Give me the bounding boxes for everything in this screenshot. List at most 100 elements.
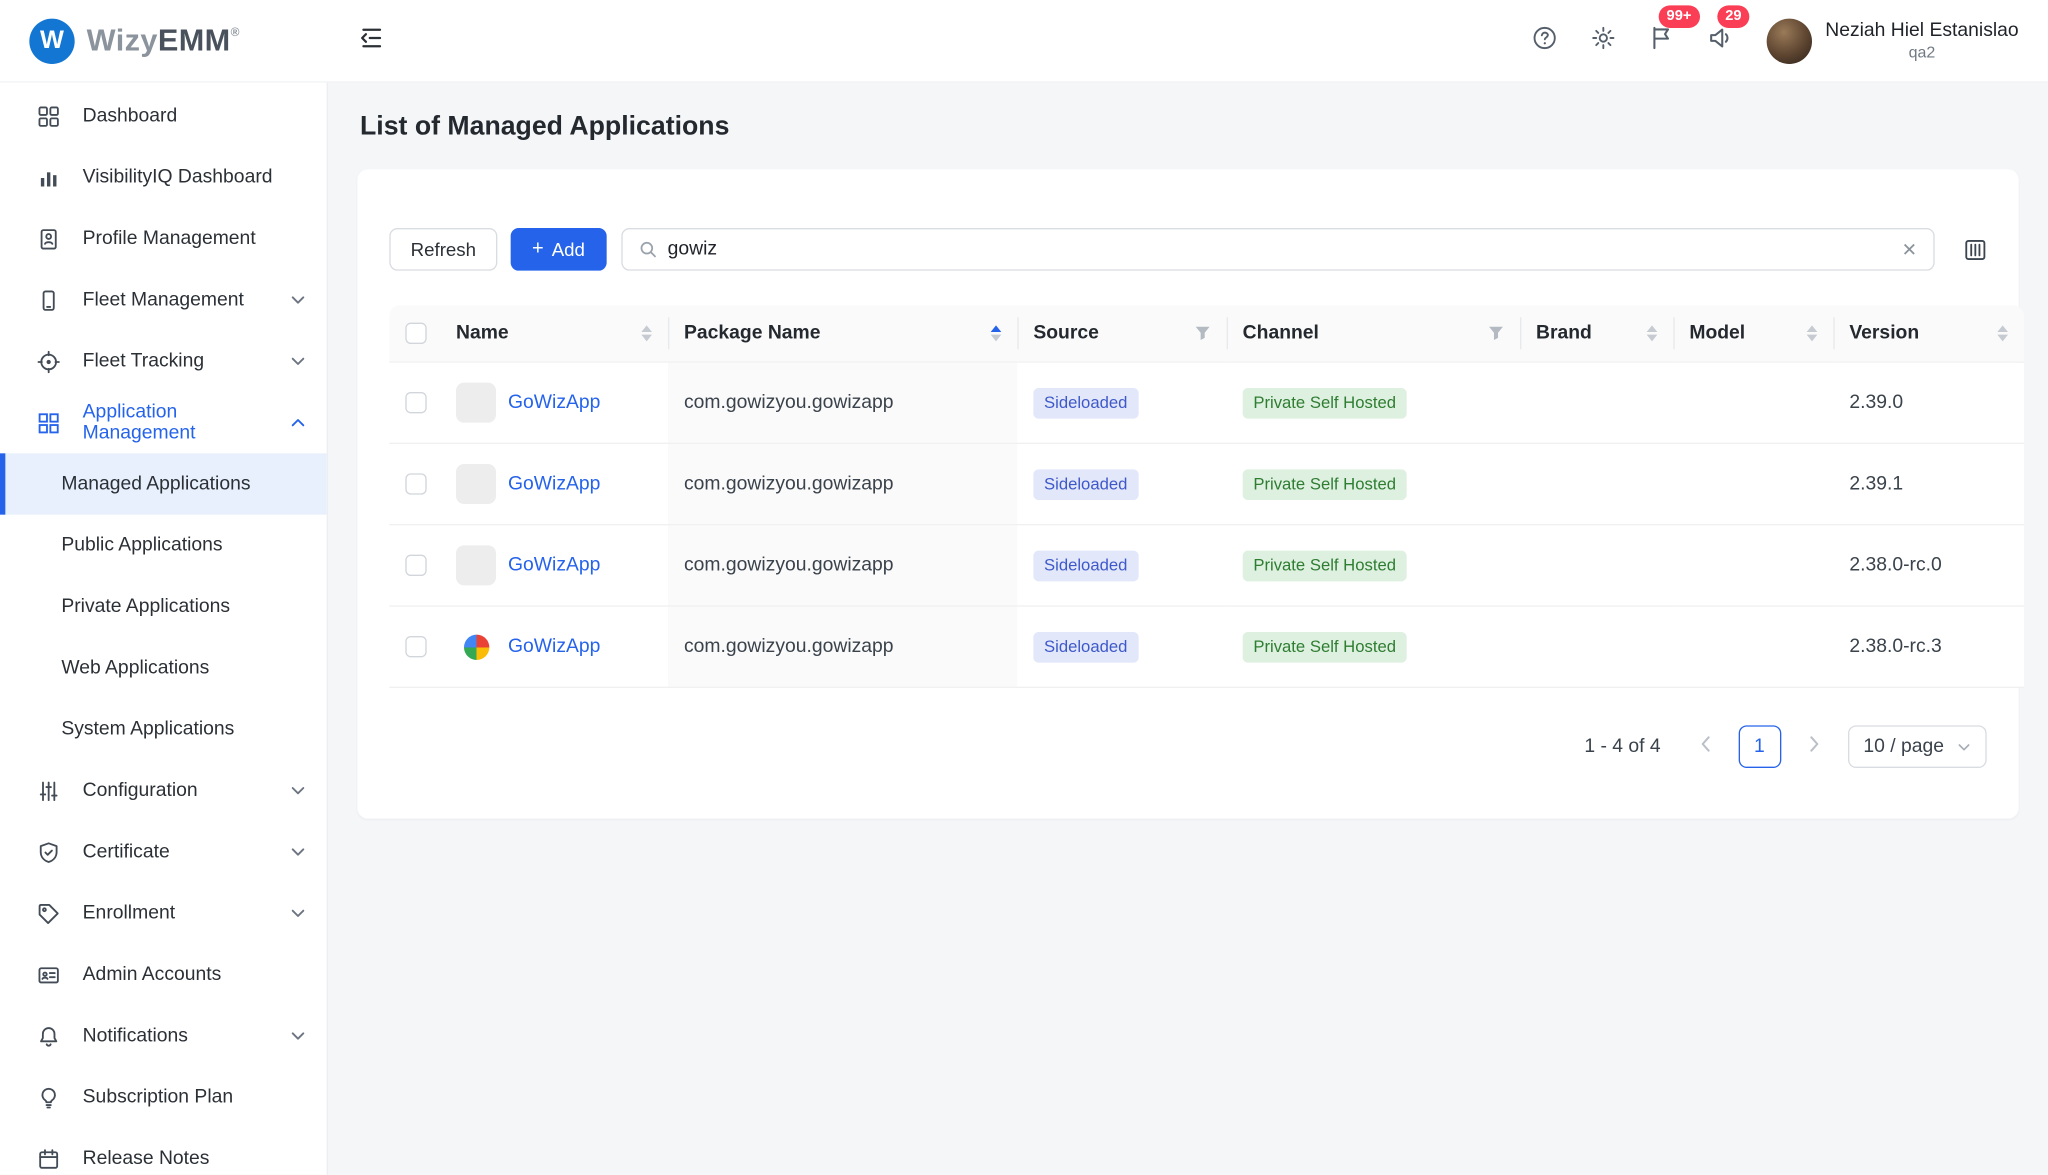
row-checkbox[interactable]	[405, 392, 427, 414]
add-button[interactable]: + Add	[510, 227, 607, 271]
search-icon	[638, 240, 657, 259]
previous-page-button[interactable]	[1683, 726, 1726, 769]
column-header-package-name[interactable]: Package Name	[667, 305, 1018, 363]
sidebar-item-label: Subscription Plan	[82, 1086, 234, 1108]
select-all-cell	[389, 305, 440, 363]
select-all-checkbox[interactable]	[405, 322, 427, 345]
version-cell: 2.38.0-rc.0	[1833, 524, 2024, 607]
package-name-cell: com.gowizyou.gowizapp	[667, 443, 1018, 526]
sidebar-item-label: Notifications	[82, 1025, 188, 1047]
id-card-icon	[37, 963, 60, 986]
help-button[interactable]	[1532, 25, 1557, 57]
sidebar-item-label: Dashboard	[82, 105, 178, 127]
sidebar-subitem-managed-applications[interactable]: Managed Applications	[0, 453, 327, 515]
page-size-select[interactable]: 10 / page	[1847, 725, 1987, 769]
source-badge: Sideloaded	[1033, 468, 1139, 500]
user-org: qa2	[1908, 42, 1936, 62]
sidebar-item-label: Application Management	[82, 401, 196, 444]
sidebar-subitem-label: Private Applications	[61, 595, 231, 618]
sidebar-item-visibilityiq-dashboard[interactable]: VisibilityIQ Dashboard	[0, 147, 327, 208]
sidebar-item-label: Profile Management	[82, 227, 256, 250]
app-name-link[interactable]: GoWizApp	[508, 392, 600, 413]
sidebar-item-label: Enrollment	[82, 902, 176, 924]
sidebar-item-label: Fleet Management	[82, 289, 244, 311]
user-name: Neziah Hiel Estanislao	[1825, 19, 2019, 42]
column-header-model[interactable]: Model	[1673, 305, 1834, 363]
settings-button[interactable]	[1591, 25, 1616, 57]
sidebar-item-dashboard[interactable]: Dashboard	[0, 85, 327, 146]
announcement-count-badge: 29	[1717, 4, 1750, 28]
next-page-button[interactable]	[1793, 726, 1836, 769]
channel-badge: Private Self Hosted	[1242, 468, 1407, 500]
flag-icon	[1649, 25, 1674, 57]
version-cell: 2.39.0	[1833, 362, 2024, 445]
announcements-button[interactable]: 29	[1708, 4, 1750, 57]
app-name-link[interactable]: GoWizApp	[508, 474, 600, 495]
chevron-right-icon	[1807, 736, 1820, 757]
channel-badge: Private Self Hosted	[1242, 631, 1407, 663]
sidebar-subitem-private-applications[interactable]: Private Applications	[0, 576, 327, 637]
sidebar-item-application-management[interactable]: Application Management	[0, 392, 327, 453]
model-cell	[1673, 606, 1834, 689]
sidebar-item-configuration[interactable]: Configuration	[0, 760, 327, 821]
column-header-version[interactable]: Version	[1833, 305, 2024, 363]
sidebar-item-subscription-plan[interactable]: Subscription Plan	[0, 1067, 327, 1128]
app-name-link[interactable]: GoWizApp	[508, 636, 600, 657]
model-cell	[1673, 362, 1834, 445]
column-settings-button[interactable]	[1964, 238, 1987, 261]
chevron-down-icon	[291, 356, 306, 367]
search-input[interactable]	[667, 238, 1892, 260]
column-label: Brand	[1535, 322, 1592, 345]
gear-icon	[1591, 25, 1616, 57]
sidebar-item-enrollment[interactable]: Enrollment	[0, 883, 327, 944]
sidebar-subitem-web-applications[interactable]: Web Applications	[0, 637, 327, 698]
package-name-cell: com.gowizyou.gowizapp	[667, 362, 1018, 445]
chevron-up-icon	[291, 417, 306, 428]
brand-logo[interactable]: W Wizy EMM ®	[0, 17, 328, 64]
column-header-name[interactable]: Name	[439, 305, 668, 363]
column-header-brand[interactable]: Brand	[1519, 305, 1674, 363]
refresh-button[interactable]: Refresh	[389, 227, 498, 271]
sidebar-item-label: Release Notes	[82, 1147, 210, 1170]
sidebar-item-fleet-tracking[interactable]: Fleet Tracking	[0, 331, 327, 392]
pagination: 1 - 4 of 4 1 10 / page	[389, 725, 1987, 769]
sidebar-collapse-button[interactable]	[359, 25, 384, 57]
sidebar-subitem-system-applications[interactable]: System Applications	[0, 699, 327, 760]
column-header-channel[interactable]: Channel	[1226, 305, 1520, 363]
user-menu[interactable]: Neziah Hiel Estanislao qa2	[1766, 17, 2019, 64]
clear-search-icon[interactable]: ✕	[1902, 240, 1918, 259]
row-checkbox[interactable]	[405, 554, 427, 577]
model-cell	[1673, 524, 1834, 607]
chevron-left-icon	[1698, 736, 1711, 757]
flag-count-badge: 99+	[1658, 4, 1700, 28]
profile-document-icon	[37, 227, 60, 250]
filter-funnel-icon[interactable]	[1488, 325, 1504, 341]
page-number-button[interactable]: 1	[1738, 725, 1781, 769]
bulb-icon	[37, 1086, 60, 1109]
sidebar-item-label: Fleet Tracking	[82, 350, 205, 372]
column-header-source[interactable]: Source	[1017, 305, 1227, 363]
reports-button[interactable]: 99+	[1649, 4, 1700, 57]
sort-carets-icon	[1646, 325, 1658, 342]
sidebar-item-release-notes[interactable]: Release Notes	[0, 1128, 327, 1175]
sidebar-item-profile-management[interactable]: Profile Management	[0, 208, 327, 269]
chevron-down-icon	[291, 785, 306, 796]
bell-icon	[37, 1025, 60, 1048]
row-checkbox[interactable]	[405, 636, 427, 658]
column-label: Channel	[1242, 322, 1319, 345]
source-badge: Sideloaded	[1033, 387, 1139, 419]
sidebar-item-admin-accounts[interactable]: Admin Accounts	[0, 944, 327, 1005]
brand-cell	[1519, 606, 1674, 689]
sidebar-item-certificate[interactable]: Certificate	[0, 821, 327, 882]
sidebar-item-label: Admin Accounts	[82, 963, 222, 986]
column-label: Version	[1849, 322, 1920, 345]
search-box: ✕	[620, 227, 1935, 271]
filter-funnel-icon[interactable]	[1195, 325, 1211, 341]
sidebar-subitem-public-applications[interactable]: Public Applications	[0, 515, 327, 576]
tag-icon	[37, 902, 60, 925]
sidebar-item-fleet-management[interactable]: Fleet Management	[0, 269, 327, 330]
sidebar-item-notifications[interactable]: Notifications	[0, 1005, 327, 1066]
app-name-link[interactable]: GoWizApp	[508, 555, 600, 576]
sidebar-item-label: VisibilityIQ Dashboard	[82, 166, 273, 188]
row-checkbox[interactable]	[405, 473, 427, 495]
